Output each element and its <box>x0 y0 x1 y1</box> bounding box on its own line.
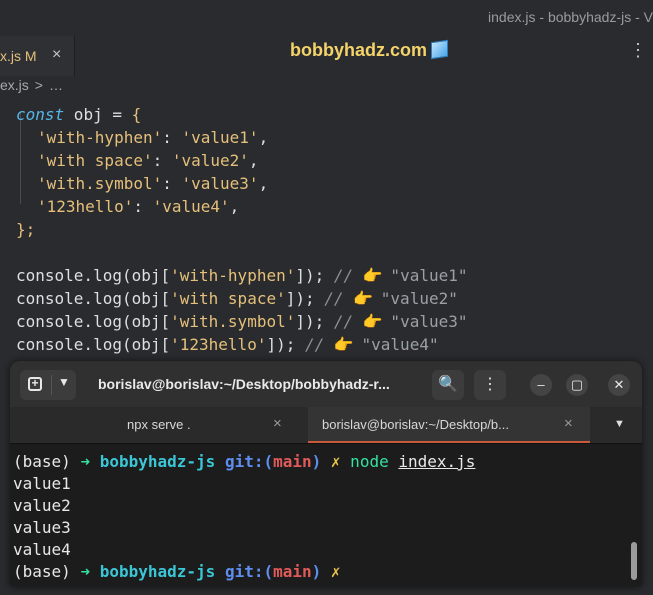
code-line-log-1: console.log(obj['with-hyphen']); // 👉 "v… <box>16 266 468 285</box>
code-line-4: 'with.symbol': 'value3', <box>37 174 269 193</box>
terminal-header: + ▼ borislav@borislav:~/Desktop/bobbyhad… <box>10 361 642 407</box>
pointing-hand-icon: 👉 <box>362 266 383 285</box>
watermark-text: bobbyhadz.com <box>290 40 428 60</box>
divider <box>51 375 52 395</box>
more-actions-icon[interactable]: ⋮ <box>629 40 647 61</box>
code-line-6: }; <box>16 220 36 239</box>
code-line-3: 'with space': 'value2', <box>37 151 259 170</box>
terminal-tabs: npx serve . × borislav@borislav:~/Deskto… <box>10 407 642 444</box>
editor-tab-label: x.js M <box>0 48 37 64</box>
scrollbar-thumb[interactable] <box>631 542 637 580</box>
terminal-tab-active[interactable]: borislav@borislav:~/Desktop/b... × <box>308 407 590 443</box>
tab-label: borislav@borislav:~/Desktop/b... <box>322 417 509 432</box>
tabs-menu-icon[interactable]: ▼ <box>614 418 625 430</box>
maximize-icon[interactable]: ▢ <box>566 374 588 396</box>
close-icon[interactable]: ✕ <box>608 374 630 396</box>
window-titlebar: index.js - bobbyhadz-js - V <box>0 0 653 36</box>
pointing-hand-icon: 👉 <box>353 289 374 308</box>
code-line-log-4: console.log(obj['123hello']); // 👉 "valu… <box>16 335 439 354</box>
editor-tab-strip: x.js M × bobbyhadz.com ⋮ <box>0 36 653 76</box>
output-line: value1 <box>13 474 71 493</box>
breadcrumb-separator: > <box>34 77 43 93</box>
close-icon[interactable]: × <box>564 415 573 432</box>
breadcrumb: ex.js > … <box>0 77 653 99</box>
breadcrumb-file[interactable]: ex.js <box>0 77 29 93</box>
output-line: value3 <box>13 518 71 537</box>
chevron-down-icon[interactable]: ▼ <box>58 375 70 389</box>
code-line-log-3: console.log(obj['with.symbol']); // 👉 "v… <box>16 312 468 331</box>
terminal-window: + ▼ borislav@borislav:~/Desktop/bobbyhad… <box>10 361 642 587</box>
output-line: value4 <box>13 540 71 559</box>
menu-icon[interactable]: ⋮ <box>474 370 506 400</box>
terminal-tab-npx-serve[interactable]: npx serve . × <box>10 407 308 443</box>
watermark: bobbyhadz.com <box>290 39 449 61</box>
terminal-title: borislav@borislav:~/Desktop/bobbyhadz-r.… <box>98 376 390 392</box>
close-icon[interactable]: × <box>52 46 61 64</box>
code-line-log-2: console.log(obj['with space']); // 👉 "va… <box>16 289 458 308</box>
pointing-hand-icon: 👉 <box>333 335 354 354</box>
output-line: value2 <box>13 496 71 515</box>
tab-label: npx serve . <box>127 417 191 432</box>
breadcrumb-more[interactable]: … <box>49 77 63 93</box>
code-line-5: '123hello': 'value4', <box>37 197 240 216</box>
prompt-line: (base) ➜ bobbyhadz-js git:(main) ✗ node … <box>13 452 476 471</box>
editor-tab-index-js[interactable]: x.js M × <box>0 36 75 76</box>
pointing-hand-icon: 👉 <box>362 312 383 331</box>
code-line-1: const obj = { <box>16 105 142 124</box>
new-tab-button[interactable]: + ▼ <box>20 370 76 400</box>
prompt-line: (base) ➜ bobbyhadz-js git:(main) ✗ <box>13 562 341 581</box>
search-icon[interactable]: 🔍 <box>432 370 464 400</box>
close-icon[interactable]: × <box>273 415 282 432</box>
code-line-2: 'with-hyphen': 'value1', <box>37 128 269 147</box>
plus-icon: + <box>28 377 42 391</box>
cube-icon <box>431 39 449 60</box>
minimize-icon[interactable]: – <box>530 374 552 396</box>
window-title: index.js - bobbyhadz-js - V <box>488 9 653 25</box>
